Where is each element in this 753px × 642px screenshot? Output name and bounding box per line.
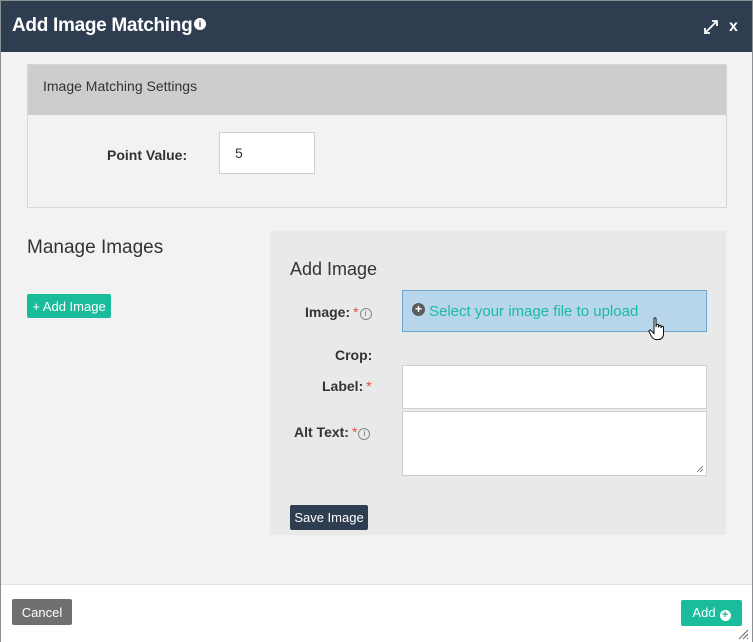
alt-text-textarea[interactable] [402, 411, 707, 476]
add-image-panel-title: Add Image [290, 259, 378, 279]
dialog-body: Image Matching Settings Point Value: Man… [1, 52, 752, 584]
info-icon[interactable]: i [194, 18, 206, 30]
label-input[interactable] [402, 365, 707, 409]
info-icon[interactable]: i [358, 428, 371, 440]
settings-panel-title: Image Matching Settings [43, 78, 198, 94]
add-button[interactable]: Add + [681, 600, 742, 626]
info-icon[interactable]: i [359, 308, 372, 320]
dialog-title: Add Image Matching [12, 15, 193, 36]
add-image-matching-dialog: Add Image Matching i x Image Matching Se… [0, 0, 753, 642]
label-field-label: Label: * [322, 378, 372, 394]
upload-prompt-text: Select your image file to upload [429, 303, 639, 320]
required-marker: * [366, 378, 372, 394]
required-marker: * [353, 304, 359, 320]
save-image-button[interactable]: Save Image [290, 505, 368, 530]
settings-panel-header: Image Matching Settings [28, 65, 726, 115]
required-marker: * [351, 424, 358, 440]
alt-text-field-label: Alt Text: * i [294, 424, 371, 440]
point-value-label: Point Value: [107, 147, 188, 163]
manage-images-title: Manage Images [27, 237, 164, 258]
plus-circle-icon: + [719, 610, 731, 621]
crop-field-label: Crop: [335, 347, 373, 363]
close-button[interactable]: x [729, 18, 738, 36]
plus-circle-icon: + [412, 303, 425, 316]
image-matching-settings-panel: Image Matching Settings Point Value: [27, 64, 727, 208]
image-upload-dropzone[interactable]: + Select your image file to upload [402, 290, 707, 340]
dialog-titlebar: Add Image Matching i x [1, 1, 752, 52]
add-image-panel: Add Image Image: * i + Select your image f… [270, 231, 726, 535]
expand-icon[interactable] [703, 19, 719, 35]
window-resize-grip-icon[interactable] [737, 628, 749, 640]
image-field-label: Image: * i [305, 304, 372, 320]
hand-pointer-cursor-icon [648, 317, 664, 340]
dialog-footer: Cancel Add + [1, 584, 752, 642]
point-value-input[interactable] [219, 132, 315, 174]
add-image-button[interactable]: + Add Image [27, 294, 111, 318]
resize-grip-icon[interactable] [696, 465, 704, 473]
cancel-button[interactable]: Cancel [12, 599, 72, 625]
